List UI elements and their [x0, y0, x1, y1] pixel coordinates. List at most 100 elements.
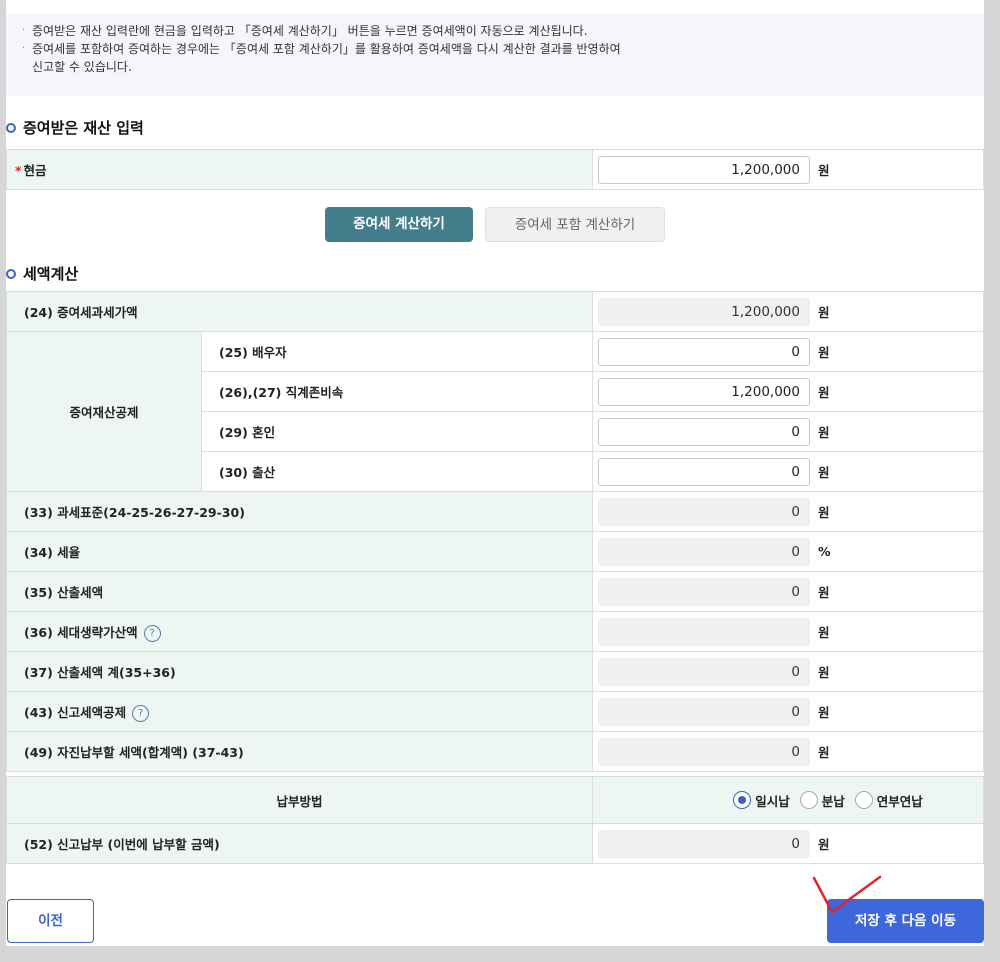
notice-text-3: 신고할 수 있습니다. [32, 60, 132, 74]
report-pay-label: (52) 신고납부 (이번에 납부할 금액) [6, 823, 593, 864]
generation-skip-label: (36) 세대생략가산액 [24, 624, 138, 640]
payment-method-label: 납부방법 [6, 776, 593, 824]
unit-label: 원 [818, 425, 830, 440]
tax-base-field: 0 [598, 497, 810, 526]
unit-label: 원 [818, 665, 830, 680]
checkmark-annotation-icon [812, 875, 882, 914]
report-pay-field: 0 [598, 829, 810, 858]
taxable-value-field: 1,200,000 [598, 297, 810, 326]
radio-unchecked-icon[interactable] [854, 791, 873, 809]
cash-label-cell: * 현금 [6, 149, 593, 190]
tax-rate-field: 0 [598, 537, 810, 566]
spouse-cell: 0원 [592, 331, 984, 372]
tax-section-title: 세액계산 [6, 263, 78, 284]
table-row: (35) 산출세액 0원 [6, 571, 984, 612]
payment-method-cell: 일시납 분납 연부연납 [592, 776, 984, 824]
lineal-cell: 1,200,000 원 [592, 371, 984, 412]
cash-unit: 원 [818, 163, 830, 178]
notice-line-3: 신고할 수 있습니다. [22, 58, 984, 76]
unit-label: 원 [818, 625, 830, 640]
radio-label: 연부연납 [876, 793, 923, 809]
notice-text-1: 증여받은 재산 입력란에 현금을 입력하고 「증여세 계산하기」 버튼을 누르면… [32, 24, 588, 38]
cash-row: * 현금 1,200,000 원 [6, 149, 984, 190]
help-icon[interactable]: ? [143, 624, 161, 642]
marriage-input[interactable]: 0 [598, 417, 810, 446]
calc-tax-total-field: 0 [598, 657, 810, 686]
unit-label: 원 [818, 837, 830, 852]
payment-method-radio-group: 일시납 분납 연부연납 [598, 791, 978, 810]
cash-input[interactable]: 1,200,000 [598, 155, 810, 184]
birth-label: (30) 출산 [201, 451, 593, 492]
radio-unchecked-icon[interactable] [799, 791, 818, 809]
self-payment-cell: 0원 [592, 731, 984, 772]
tax-rate-label: (34) 세율 [6, 531, 593, 572]
payment-table: 납부방법 일시납 분납 연부연납 (52) 신고납부 (이번에 납부할 금액) … [6, 776, 984, 864]
help-icon[interactable]: ? [132, 704, 150, 722]
table-row: 증여재산공제 (25) 배우자 0원 [6, 331, 984, 492]
radio-annual-installment[interactable]: 연부연납 [854, 791, 923, 810]
calc-tax-field: 0 [598, 577, 810, 606]
tax-base-cell: 0원 [592, 491, 984, 532]
table-row: (34) 세율 0% [6, 531, 984, 572]
notice-box: · 증여받은 재산 입력란에 현금을 입력하고 「증여세 계산하기」 버튼을 누르… [6, 14, 984, 96]
required-mark: * [15, 163, 22, 178]
unit-label: 원 [818, 465, 830, 480]
calc-tax-button[interactable]: 증여세 계산하기 [325, 207, 473, 242]
calc-tax-cell: 0원 [592, 571, 984, 612]
radio-label: 분납 [821, 793, 845, 809]
cash-label: 현금 [23, 163, 47, 178]
calc-tax-total-label: (37) 산출세액 계(35+36) [6, 651, 593, 692]
input-section-title: 증여받은 재산 입력 [6, 117, 144, 138]
birth-cell: 0원 [592, 451, 984, 492]
notice-line-1: · 증여받은 재산 입력란에 현금을 입력하고 「증여세 계산하기」 버튼을 누르… [22, 22, 984, 40]
calc-tax-incl-button[interactable]: 증여세 포함 계산하기 [485, 207, 665, 242]
notice-line-2: · 증여세를 포함하여 증여하는 경우에는 「증여세 포함 계산하기」를 활용하여… [22, 40, 984, 58]
calc-tax-label: (35) 산출세액 [6, 571, 593, 612]
table-row: (43) 신고세액공제? 0원 [6, 691, 984, 732]
cash-value-cell: 1,200,000 원 [592, 149, 984, 190]
unit-label: 원 [818, 505, 830, 520]
tax-base-label: (33) 과세표준(24-25-26-27-29-30) [6, 491, 593, 532]
taxable-value-cell: 1,200,000 원 [592, 291, 984, 332]
marriage-cell: 0원 [592, 411, 984, 452]
tax-table: (24) 증여세과세가액 1,200,000 원 증여재산공제 (25) 배우자 … [6, 291, 984, 772]
prev-button[interactable]: 이전 [7, 899, 94, 943]
generation-skip-label-cell: (36) 세대생략가산액? [6, 611, 593, 652]
table-row: (36) 세대생략가산액? 원 [6, 611, 984, 652]
input-section-title-text: 증여받은 재산 입력 [23, 119, 144, 137]
spouse-input[interactable]: 0 [598, 337, 810, 366]
generation-skip-field [598, 617, 810, 646]
report-pay-cell: 0원 [592, 823, 984, 864]
marriage-label: (29) 혼인 [201, 411, 593, 452]
self-payment-label: (49) 자진납부할 세액(합계액) (37-43) [6, 731, 593, 772]
deduction-group-label: 증여재산공제 [6, 331, 202, 492]
radio-installment[interactable]: 분납 [799, 791, 845, 810]
self-payment-field: 0 [598, 737, 810, 766]
input-table: * 현금 1,200,000 원 [6, 149, 984, 190]
report-deduction-label-cell: (43) 신고세액공제? [6, 691, 593, 732]
birth-input[interactable]: 0 [598, 457, 810, 486]
section-bullet-icon [6, 122, 16, 133]
unit-label: 원 [818, 585, 830, 600]
lineal-label: (26),(27) 직계존비속 [201, 371, 593, 412]
spouse-label: (25) 배우자 [201, 331, 593, 372]
taxable-value-label: (24) 증여세과세가액 [6, 291, 593, 332]
table-row: (49) 자진납부할 세액(합계액) (37-43) 0원 [6, 731, 984, 772]
report-deduction-label: (43) 신고세액공제 [24, 704, 127, 720]
report-deduction-cell: 0원 [592, 691, 984, 732]
radio-label: 일시납 [755, 793, 790, 809]
bullet-icon: · [22, 25, 26, 36]
report-pay-row: (52) 신고납부 (이번에 납부할 금액) 0원 [6, 823, 984, 864]
radio-checked-icon[interactable] [733, 791, 752, 809]
calc-tax-total-cell: 0원 [592, 651, 984, 692]
bullet-icon: · [22, 43, 26, 54]
notice-text-2: 증여세를 포함하여 증여하는 경우에는 「증여세 포함 계산하기」를 활용하여 … [32, 42, 621, 56]
table-row: (24) 증여세과세가액 1,200,000 원 [6, 291, 984, 332]
lineal-input[interactable]: 1,200,000 [598, 377, 810, 406]
table-row: (37) 산출세액 계(35+36) 0원 [6, 651, 984, 692]
radio-lump-sum[interactable]: 일시납 [733, 791, 790, 810]
unit-label: 원 [818, 745, 830, 760]
unit-label: 원 [818, 305, 830, 320]
generation-skip-cell: 원 [592, 611, 984, 652]
tax-rate-cell: 0% [592, 531, 984, 572]
